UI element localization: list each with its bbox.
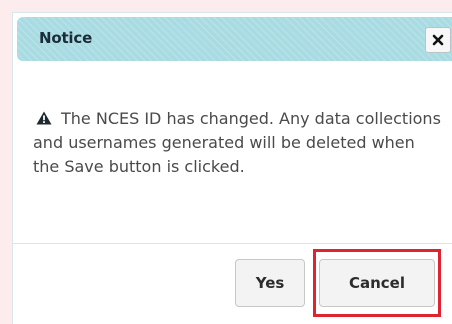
notice-dialog: Notice The NCES ID has changed. Any data… <box>12 12 452 324</box>
warning-icon <box>36 108 52 125</box>
yes-button[interactable]: Yes <box>235 259 305 307</box>
dialog-title: Notice <box>39 29 93 47</box>
dialog-titlebar: Notice <box>17 17 452 61</box>
close-button[interactable] <box>425 27 451 53</box>
dialog-message: The NCES ID has changed. Any data collec… <box>33 109 441 176</box>
dialog-content: The NCES ID has changed. Any data collec… <box>33 107 445 179</box>
close-icon <box>432 34 444 46</box>
footer-divider <box>13 243 452 244</box>
cancel-button[interactable]: Cancel <box>319 259 435 307</box>
